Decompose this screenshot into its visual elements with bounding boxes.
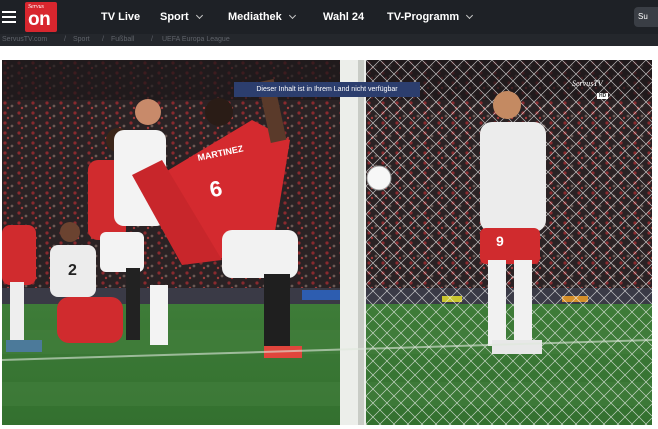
chevron-down-icon <box>195 11 203 19</box>
breadcrumb-separator: / <box>102 36 104 43</box>
servus-on-logo[interactable]: Servus on <box>25 2 57 32</box>
breadcrumb-europa-league[interactable]: UEFA Europa League <box>162 34 230 46</box>
breadcrumb-home[interactable]: ServusTV.com <box>2 34 47 46</box>
nav-tv-live-label: TV Live <box>101 11 141 23</box>
jersey-number-9: 9 <box>496 233 504 249</box>
breadcrumb: ServusTV.com / Sport / Fußball / UEFA Eu… <box>0 34 658 46</box>
breadcrumb-separator: / <box>151 36 153 43</box>
breadcrumb-sport[interactable]: Sport <box>73 34 90 46</box>
nav-tv-programm[interactable]: TV-Programm <box>387 0 474 34</box>
breadcrumb-separator: / <box>64 36 66 43</box>
menu-icon[interactable] <box>2 11 16 26</box>
search-button[interactable]: Su <box>634 7 658 27</box>
nav-sport[interactable]: Sport <box>160 0 203 34</box>
football <box>366 165 392 191</box>
nav-sport-label: Sport <box>160 11 189 23</box>
nav-mediathek[interactable]: Mediathek <box>228 0 296 34</box>
nav-wahl-24-label: Wahl 24 <box>323 11 365 23</box>
video-player[interactable]: MARTINEZ 6 2 9 <box>2 60 652 425</box>
chevron-down-icon <box>288 11 296 19</box>
nav-mediathek-label: Mediathek <box>228 11 282 23</box>
video-frame: MARTINEZ 6 2 9 <box>2 60 652 425</box>
hd-badge: HD <box>597 93 609 99</box>
watermark-text: ServusTV <box>572 79 603 88</box>
servustv-watermark: ServusTV HD <box>572 79 609 99</box>
nav-wahl-24[interactable]: Wahl 24 <box>323 0 364 34</box>
chevron-down-icon <box>466 11 474 19</box>
nav-tv-programm-label: TV-Programm <box>387 11 460 23</box>
logo-big-text: on <box>28 9 51 30</box>
jersey-number-2: 2 <box>68 262 77 279</box>
top-navigation-bar: Servus on TV Live Sport Mediathek Wahl 2… <box>0 0 658 34</box>
breadcrumb-fussball[interactable]: Fußball <box>111 34 134 46</box>
geo-block-notice: Dieser Inhalt ist in Ihrem Land nicht ve… <box>234 82 420 97</box>
nav-tv-live[interactable]: TV Live <box>101 0 140 34</box>
